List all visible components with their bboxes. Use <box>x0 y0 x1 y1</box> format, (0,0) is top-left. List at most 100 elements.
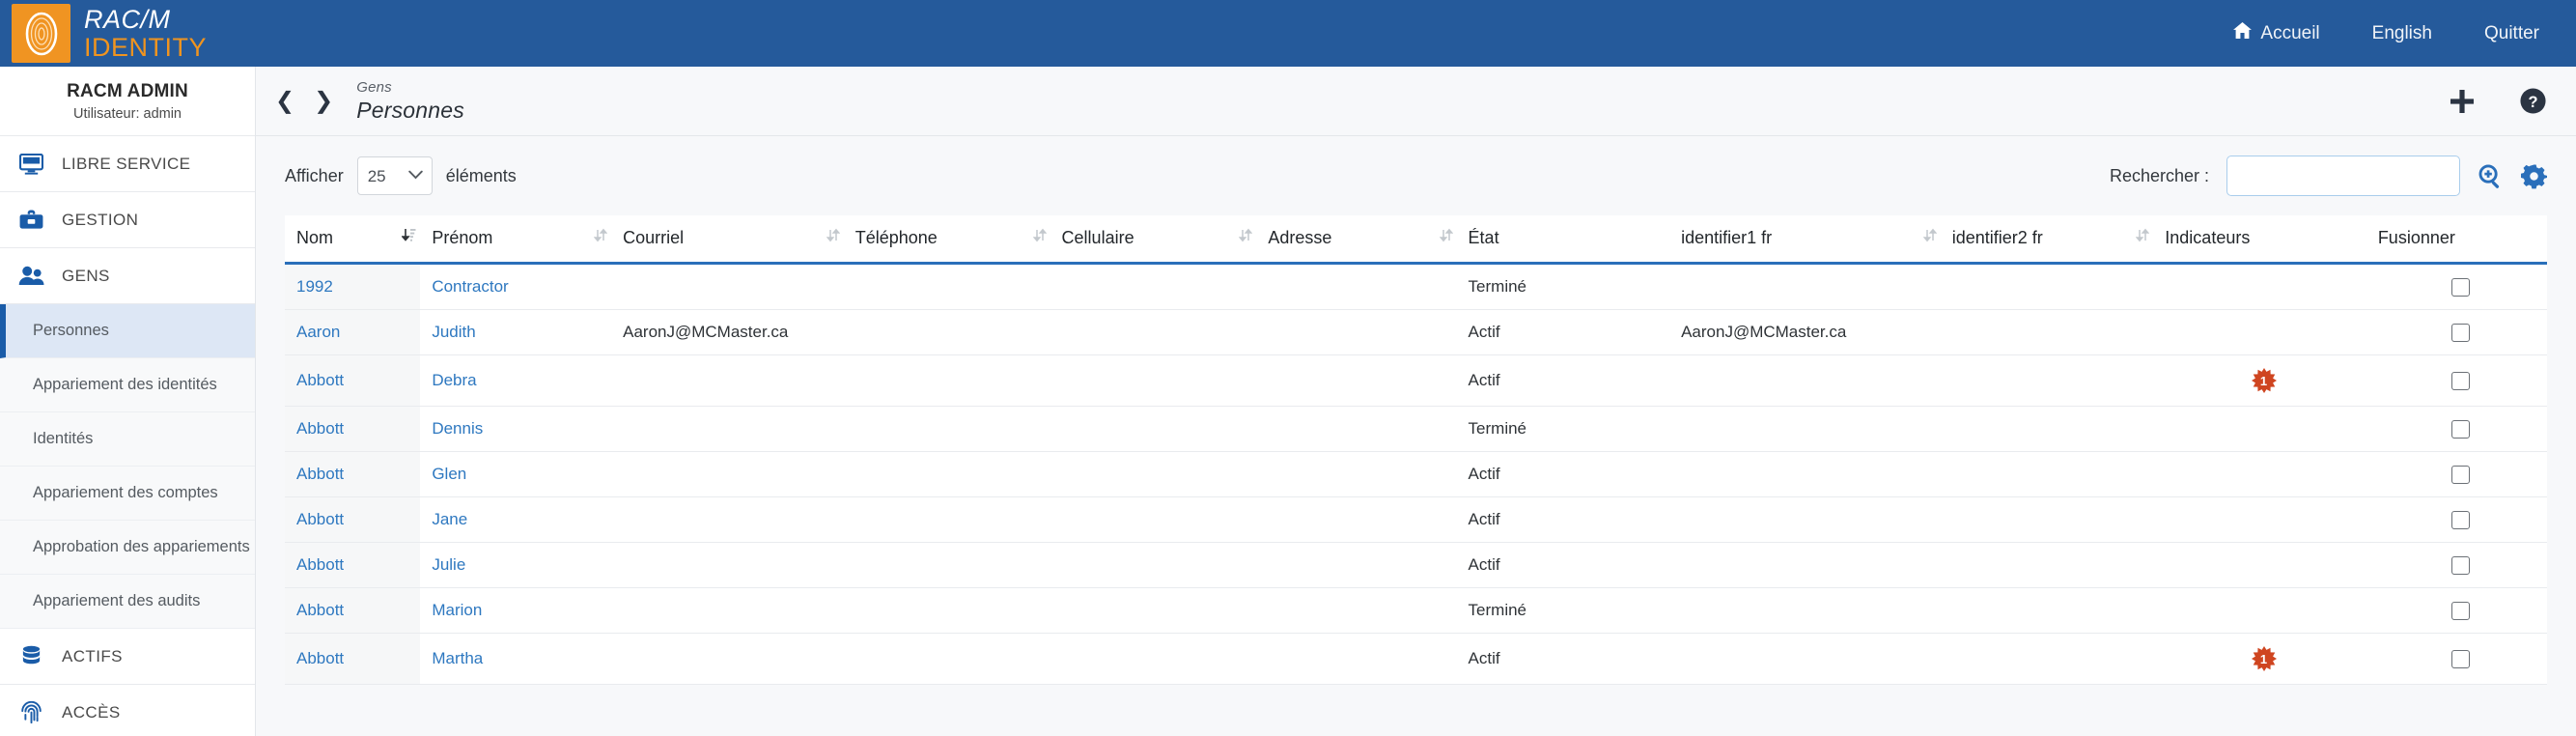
cell-indicateurs[interactable]: 1 <box>2153 354 2366 408</box>
cell-telephone <box>843 542 1050 589</box>
column-header-courriel[interactable]: Courriel <box>611 215 844 265</box>
table-row[interactable]: Abbott Dennis Terminé <box>285 406 2547 453</box>
sidebar-item-appariement-des-identites[interactable]: Appariement des identités <box>0 358 255 412</box>
cell-indicateurs <box>2153 542 2366 589</box>
cell-prenom-link[interactable]: Martha <box>432 649 483 667</box>
cell-nom[interactable]: 1992 <box>285 263 421 311</box>
cell-prenom[interactable]: Dennis <box>420 406 612 453</box>
column-header-fusionner[interactable]: Fusionner <box>2366 215 2547 265</box>
cell-prenom[interactable]: Marion <box>420 587 612 635</box>
column-header-telephone[interactable]: Téléphone <box>843 215 1050 265</box>
cell-prenom[interactable]: Glen <box>420 451 612 498</box>
merge-checkbox[interactable] <box>2450 650 2470 669</box>
cell-prenom[interactable]: Debra <box>420 354 612 408</box>
merge-checkbox[interactable] <box>2450 324 2470 343</box>
cell-nom-link[interactable]: Aaron <box>296 323 340 341</box>
cell-prenom-link[interactable]: Contractor <box>432 277 508 296</box>
sidebar-item-appariement-des-comptes[interactable]: Appariement des comptes <box>0 467 255 521</box>
column-header-identifier1-fr[interactable]: identifier1 fr <box>1669 215 1941 265</box>
cell-nom[interactable]: Abbott <box>285 354 421 408</box>
table-row[interactable]: Abbott Jane Actif <box>285 496 2547 544</box>
sidebar-item-appariement-des-audits[interactable]: Appariement des audits <box>0 575 255 629</box>
question-circle-icon[interactable]: ? <box>2519 87 2547 115</box>
cell-prenom-link[interactable]: Debra <box>432 371 476 389</box>
nav-language-link[interactable]: English <box>2372 23 2432 44</box>
sidebar-group-acces[interactable]: ACCÈS <box>0 685 255 736</box>
merge-checkbox[interactable] <box>2450 556 2470 576</box>
cell-prenom-link[interactable]: Judith <box>432 323 475 341</box>
nav-logout-link[interactable]: Quitter <box>2484 23 2539 44</box>
monitor-icon <box>13 153 49 175</box>
search-input[interactable] <box>2226 156 2460 196</box>
breadcrumb-parent[interactable]: Gens <box>356 79 464 96</box>
merge-checkbox[interactable] <box>2450 466 2470 485</box>
cell-indicateurs[interactable]: 1 <box>2153 633 2366 686</box>
brand-logo[interactable]: RAC/M IDENTITY <box>12 4 207 63</box>
cell-nom[interactable]: Abbott <box>285 633 421 686</box>
plus-icon[interactable] <box>2448 87 2477 116</box>
table-row[interactable]: 1992 Contractor Terminé <box>285 263 2547 311</box>
sidebar-group-actifs[interactable]: ACTIFS <box>0 629 255 685</box>
table-row[interactable]: Aaron Judith AaronJ@MCMaster.ca Actif AaronJ… <box>285 309 2547 356</box>
cell-nom[interactable]: Abbott <box>285 542 421 589</box>
cell-fusionner <box>2366 354 2547 408</box>
table-row[interactable]: Abbott Debra Actif 1 <box>285 354 2547 408</box>
column-header-cellulaire[interactable]: Cellulaire <box>1050 215 1257 265</box>
cell-nom-link[interactable]: Abbott <box>296 601 344 619</box>
merge-checkbox[interactable] <box>2450 511 2470 530</box>
cell-nom[interactable]: Abbott <box>285 496 421 544</box>
chevron-down-icon[interactable]: ❯ <box>314 89 333 113</box>
column-header-prenom[interactable]: Prénom <box>420 215 612 265</box>
gear-icon[interactable] <box>2521 163 2547 189</box>
merge-checkbox[interactable] <box>2450 278 2470 297</box>
cell-prenom[interactable]: Martha <box>420 633 612 686</box>
cell-nom-link[interactable]: Abbott <box>296 465 344 483</box>
column-header-identifier2-fr[interactable]: identifier2 fr <box>1940 215 2154 265</box>
sort-none-icon <box>1239 227 1253 248</box>
cell-indicateurs <box>2153 309 2366 356</box>
merge-checkbox[interactable] <box>2450 372 2470 391</box>
table-row[interactable]: Abbott Glen Actif <box>285 451 2547 498</box>
cell-nom-link[interactable]: Abbott <box>296 371 344 389</box>
chevron-left-icon[interactable]: ❮ <box>275 89 294 113</box>
sidebar-item-identites[interactable]: Identités <box>0 412 255 467</box>
cell-nom-link[interactable]: Abbott <box>296 419 344 438</box>
cell-nom-link[interactable]: Abbott <box>296 555 344 574</box>
table-row[interactable]: Abbott Marion Terminé <box>285 587 2547 635</box>
sidebar-item-approbation-des-appariements[interactable]: Approbation des appariements <box>0 521 255 575</box>
merge-checkbox[interactable] <box>2450 420 2470 439</box>
cell-prenom[interactable]: Contractor <box>420 263 612 311</box>
column-header-nom[interactable]: Nom <box>285 215 421 265</box>
nav-home-link[interactable]: Accueil <box>2233 22 2320 44</box>
cell-nom-link[interactable]: Abbott <box>296 649 344 667</box>
cell-nom-link[interactable]: 1992 <box>296 277 333 296</box>
column-header-etat[interactable]: État <box>1456 215 1670 265</box>
cell-telephone <box>843 263 1050 311</box>
cell-prenom[interactable]: Jane <box>420 496 612 544</box>
cell-prenom-link[interactable]: Marion <box>432 601 482 619</box>
column-header-indicateurs[interactable]: Indicateurs <box>2153 215 2366 265</box>
sidebar-group-gens[interactable]: GENS <box>0 248 255 304</box>
cell-prenom[interactable]: Julie <box>420 542 612 589</box>
indicator-badge[interactable]: 1 <box>2251 646 2277 672</box>
cell-nom[interactable]: Abbott <box>285 406 421 453</box>
cell-nom[interactable]: Aaron <box>285 309 421 356</box>
sidebar-group-gestion[interactable]: GESTION <box>0 192 255 248</box>
indicator-badge[interactable]: 1 <box>2251 368 2277 394</box>
sidebar-item-personnes[interactable]: Personnes <box>0 304 255 358</box>
cell-prenom-link[interactable]: Julie <box>432 555 465 574</box>
cell-prenom-link[interactable]: Jane <box>432 510 467 528</box>
table-row[interactable]: Abbott Martha Actif 1 <box>285 633 2547 686</box>
cell-nom[interactable]: Abbott <box>285 451 421 498</box>
search-plus-icon[interactable] <box>2478 163 2504 189</box>
cell-prenom-link[interactable]: Glen <box>432 465 466 483</box>
merge-checkbox[interactable] <box>2450 602 2470 621</box>
page-length-select[interactable]: 102550100 <box>356 156 433 195</box>
cell-prenom[interactable]: Judith <box>420 309 612 356</box>
cell-prenom-link[interactable]: Dennis <box>432 419 483 438</box>
column-header-adresse[interactable]: Adresse <box>1256 215 1457 265</box>
table-row[interactable]: Abbott Julie Actif <box>285 542 2547 589</box>
cell-nom[interactable]: Abbott <box>285 587 421 635</box>
sidebar-group-libre-service[interactable]: LIBRE SERVICE <box>0 136 255 192</box>
cell-nom-link[interactable]: Abbott <box>296 510 344 528</box>
